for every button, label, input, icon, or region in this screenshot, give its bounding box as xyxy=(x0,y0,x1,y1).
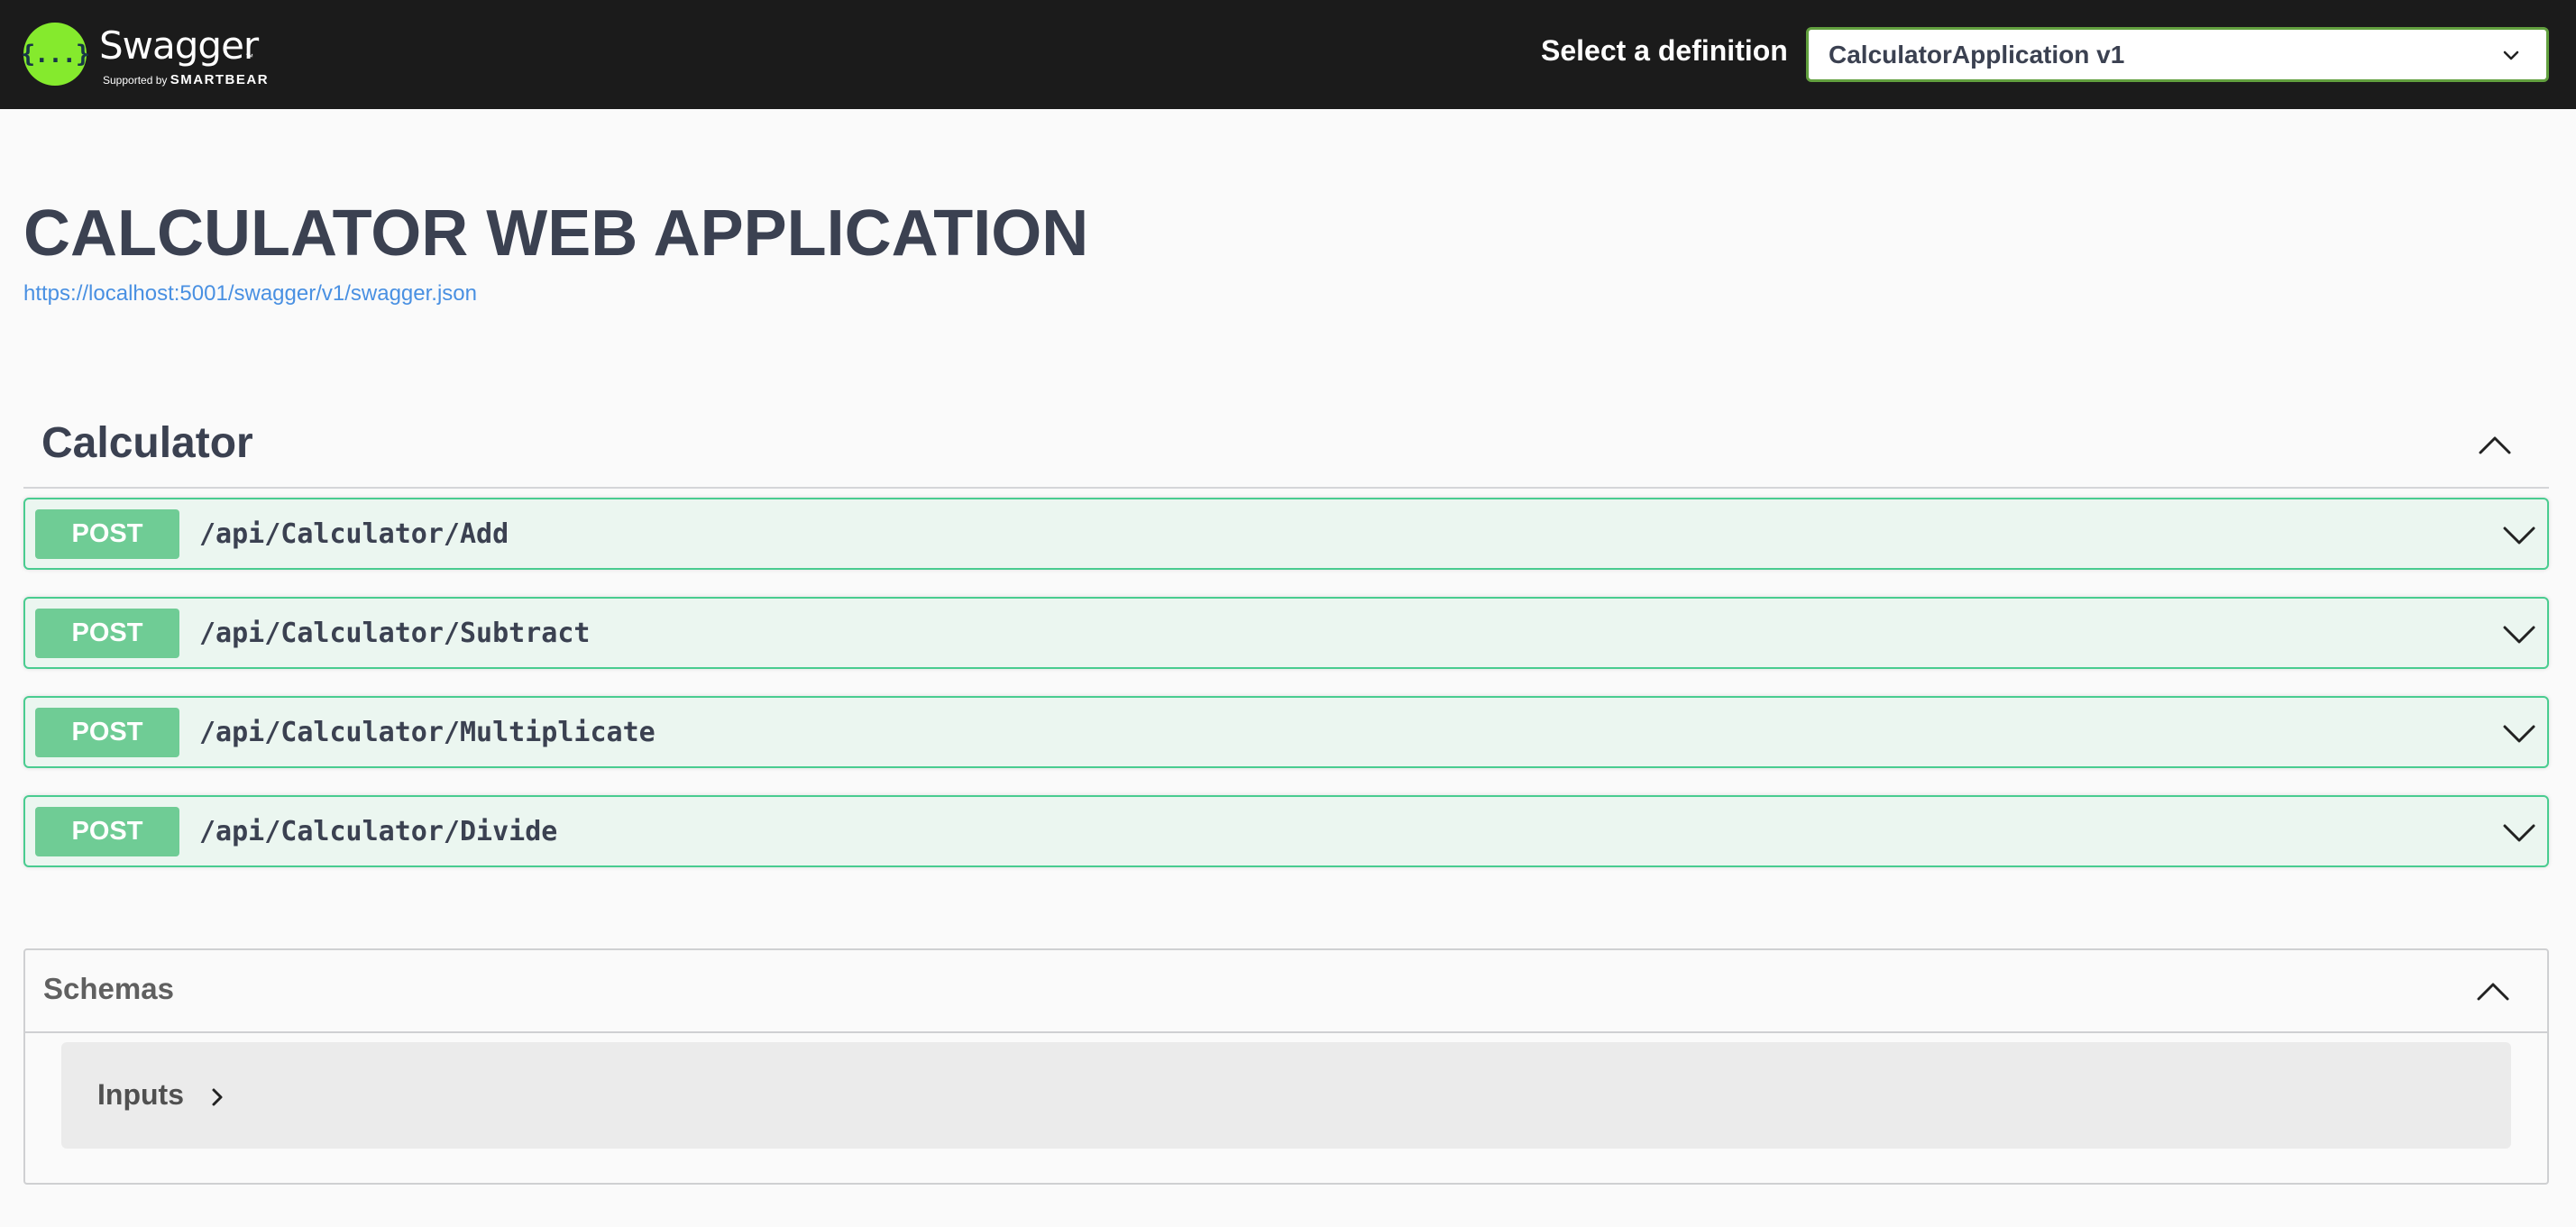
swagger-logo[interactable]: {...} Swagger ™ Supported by SMARTBEAR xyxy=(21,18,268,90)
chevron-down-icon[interactable] xyxy=(2502,718,2536,750)
topbar: {...} Swagger ™ Supported by SMARTBEAR S… xyxy=(0,0,2576,109)
definition-select-value: CalculatorApplication v1 xyxy=(1829,40,2125,69)
logo-sub-prefix: Supported by xyxy=(103,74,168,87)
chevron-down-icon xyxy=(2503,50,2519,60)
schemas-title: Schemas xyxy=(43,972,174,1005)
definition-select[interactable]: CalculatorApplication v1 xyxy=(1806,27,2549,82)
operation-divide[interactable]: POST /api/Calculator/Divide xyxy=(23,795,2549,867)
method-badge-post: POST xyxy=(35,609,179,658)
model-inputs[interactable]: Inputs xyxy=(61,1042,2511,1149)
chevron-down-icon[interactable] xyxy=(2502,519,2536,552)
definition-label: Select a definition xyxy=(1541,34,1788,67)
swagger-logo-icon: {...} xyxy=(21,23,90,86)
operation-path: /api/Calculator/Subtract xyxy=(199,618,591,649)
schemas-header[interactable]: Schemas xyxy=(25,950,2547,1033)
operation-subtract[interactable]: POST /api/Calculator/Subtract xyxy=(23,597,2549,669)
operation-path: /api/Calculator/Add xyxy=(199,518,509,550)
operation-add[interactable]: POST /api/Calculator/Add xyxy=(23,498,2549,570)
method-badge-post: POST xyxy=(35,807,179,856)
tag-calculator-header[interactable]: Calculator xyxy=(23,402,2549,489)
logo-sub-brand: SMARTBEAR xyxy=(170,72,270,87)
operation-path: /api/Calculator/Divide xyxy=(199,816,558,847)
logo-supported-by: Supported by SMARTBEAR xyxy=(103,72,269,87)
operation-path: /api/Calculator/Multiplicate xyxy=(199,717,655,748)
logo-trademark: ™ xyxy=(245,52,253,61)
chevron-right-icon[interactable] xyxy=(207,1085,227,1109)
chevron-up-icon[interactable] xyxy=(2475,974,2511,1010)
page-title: CALCULATOR WEB APPLICATION xyxy=(23,197,1089,270)
spec-url-link[interactable]: https://localhost:5001/swagger/v1/swagge… xyxy=(23,281,477,307)
chevron-up-icon[interactable] xyxy=(2477,427,2513,463)
tag-name: Calculator xyxy=(41,419,253,467)
chevron-down-icon[interactable] xyxy=(2502,817,2536,849)
schemas-section: Schemas Inputs xyxy=(23,948,2549,1185)
logo-wordmark: Swagger xyxy=(99,23,259,68)
method-badge-post: POST xyxy=(35,708,179,757)
operation-multiplicate[interactable]: POST /api/Calculator/Multiplicate xyxy=(23,696,2549,768)
chevron-down-icon[interactable] xyxy=(2502,618,2536,651)
method-badge-post: POST xyxy=(35,509,179,559)
model-name: Inputs xyxy=(97,1078,184,1111)
